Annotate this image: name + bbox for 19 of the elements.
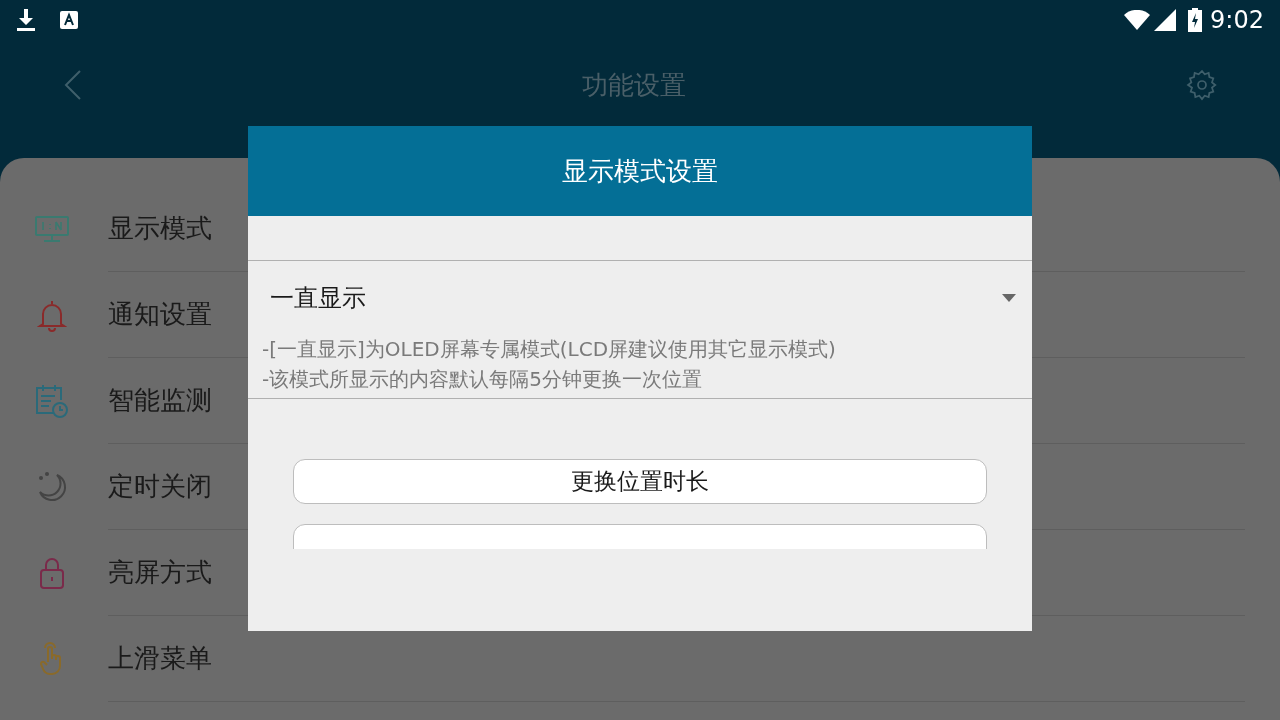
app-notification-icon xyxy=(60,11,78,29)
lock-icon xyxy=(38,556,66,590)
calendar-clock-icon xyxy=(34,383,70,419)
option-button[interactable]: 更换位置时长 xyxy=(293,459,987,504)
status-time: 9:02 xyxy=(1210,5,1264,36)
cell-signal-icon xyxy=(1154,9,1177,31)
settings-icon[interactable] xyxy=(1186,69,1218,101)
note-text: -[一直显示]为OLED屏幕专属模式(LCD屏建议使用其它显示模式) xyxy=(262,336,837,363)
bell-icon xyxy=(37,298,67,332)
note-text: -该模式所显示的内容默认每隔5分钟更换一次位置 xyxy=(262,366,703,393)
monitor-icon xyxy=(34,215,70,243)
dropdown-caret-icon xyxy=(1002,293,1016,302)
page-title: 功能设置 xyxy=(582,68,686,102)
wifi-icon xyxy=(1124,10,1151,30)
battery-charging-icon xyxy=(1188,8,1203,32)
mode-dropdown[interactable]: 一直显示 xyxy=(248,261,1032,334)
dialog-title: 显示模式设置 xyxy=(562,154,718,188)
download-icon xyxy=(16,9,36,31)
back-icon[interactable] xyxy=(62,69,82,101)
